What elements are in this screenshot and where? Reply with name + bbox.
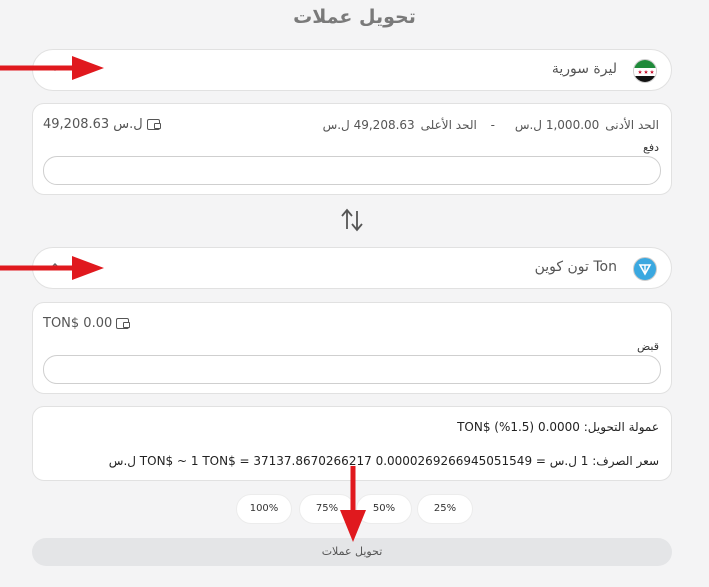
wallet-icon — [116, 318, 131, 329]
pay-amount-card: الحد الأدنى 1,000.00 ل.س - الحد الأعلى 49,… — [32, 103, 672, 195]
to-balance: TON$ 0.00 — [43, 316, 131, 331]
ton-logo-icon — [633, 257, 657, 281]
to-currency-select[interactable]: Ton تون كوين — [32, 247, 672, 289]
to-balance-value: TON$ 0.00 — [43, 316, 113, 331]
fee-text: عمولة التحويل: 0.0000 TON$ (%1.5) — [457, 420, 659, 434]
min-label: الحد الأدنى — [605, 118, 659, 132]
annotation-arrow-icon — [340, 466, 366, 542]
from-currency-select[interactable]: ليرة سورية — [32, 49, 672, 91]
limits-text: الحد الأدنى 1,000.00 ل.س - الحد الأعلى 49,… — [317, 118, 659, 132]
receive-amount-input[interactable] — [43, 355, 661, 384]
annotation-arrow-icon — [0, 56, 104, 80]
wallet-icon — [146, 119, 161, 130]
percent-25-button[interactable]: 25% — [417, 494, 473, 524]
syria-flag-icon — [633, 59, 657, 83]
limits-separator: - — [490, 118, 496, 132]
from-balance-value: 49,208.63 ل.س — [43, 117, 143, 132]
pay-amount-input[interactable] — [43, 156, 661, 185]
exchange-rate-text: سعر الصرف: 1 ل.س = 0.0000269266945051549… — [108, 454, 659, 468]
receive-field-label: قبض — [636, 340, 659, 353]
max-label: الحد الأعلى — [420, 118, 477, 132]
annotation-arrow-icon — [0, 256, 104, 280]
max-value: 49,208.63 ل.س — [322, 118, 415, 132]
receive-amount-card: TON$ 0.00 قبض — [32, 302, 672, 394]
page-title: تحويل عملات — [293, 6, 416, 28]
min-value: 1,000.00 ل.س — [514, 118, 600, 132]
from-balance: 49,208.63 ل.س — [43, 117, 161, 132]
swap-icon[interactable] — [339, 205, 365, 235]
percent-100-button[interactable]: 100% — [236, 494, 292, 524]
to-currency-name: Ton تون كوين — [534, 259, 617, 275]
pay-field-label: دفع — [642, 141, 659, 154]
from-currency-name: ليرة سورية — [551, 61, 617, 77]
